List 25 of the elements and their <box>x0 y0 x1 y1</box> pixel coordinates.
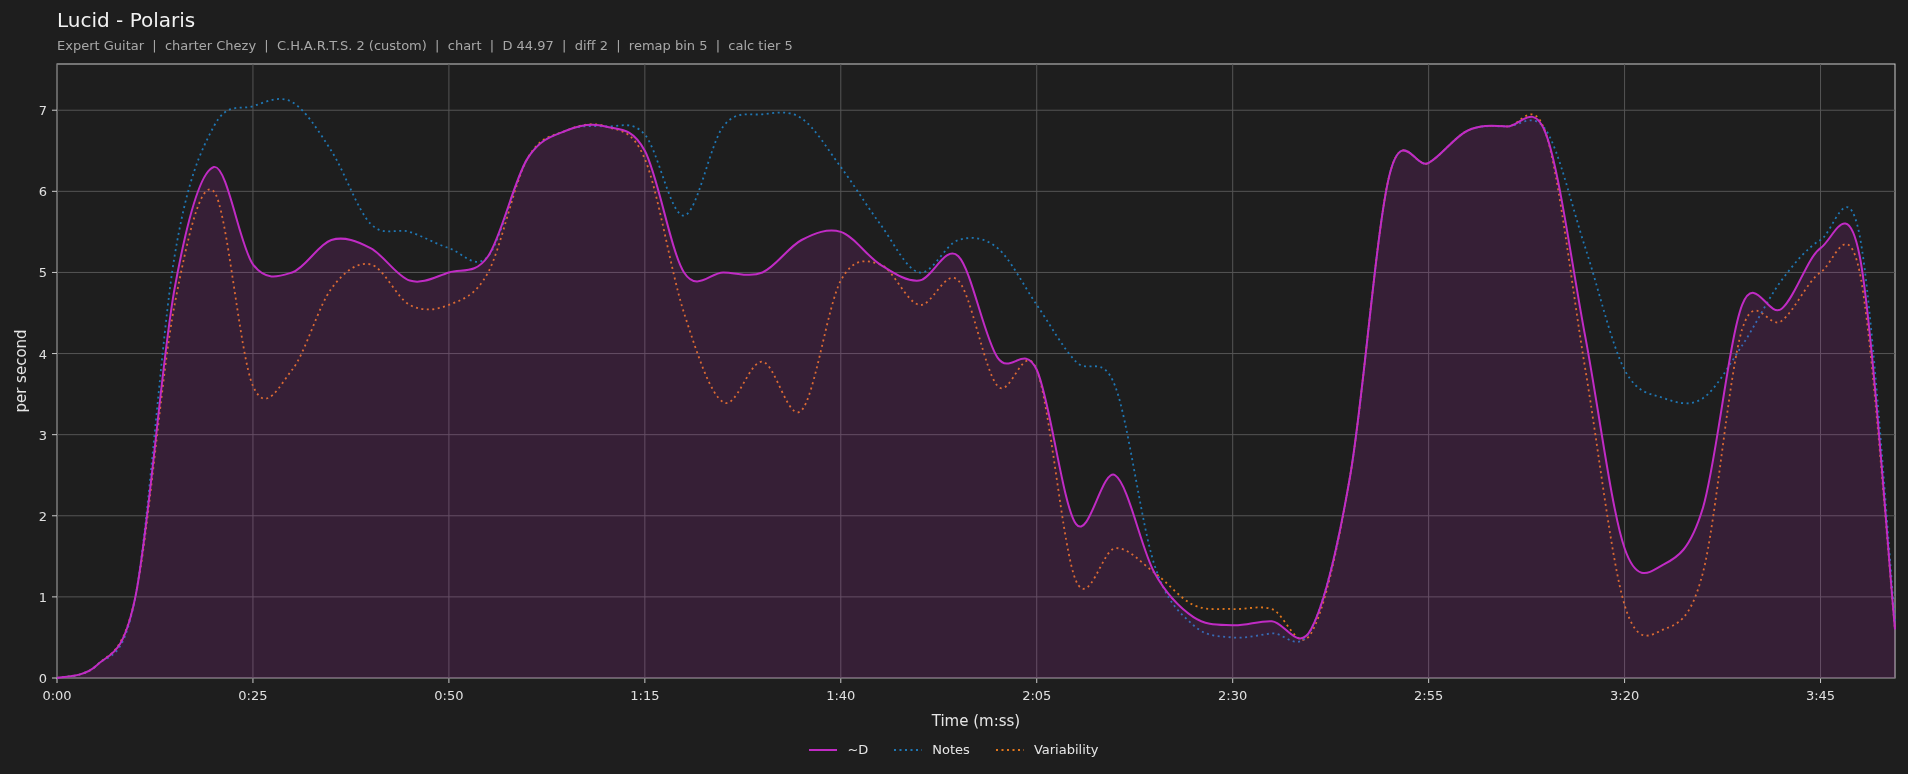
y-tick-label: 0 <box>38 671 47 686</box>
y-tick-label: 5 <box>38 265 47 281</box>
chart-subtitle: Expert Guitar | charter Chezy | C.H.A.R.T.S. 2 (custom) | chart | D 44.97 | diff 2 | remap bin 5 | calc tier 5 <box>57 38 793 54</box>
legend-label: ~D <box>847 742 869 757</box>
x-tick-label: 0:00 <box>42 688 72 703</box>
y-tick-label: 3 <box>38 427 47 443</box>
x-tick-label: 2:30 <box>1218 688 1248 703</box>
y-tick-label: 6 <box>38 184 47 200</box>
x-axis-label: Time (m:ss) <box>931 712 1021 730</box>
y-tick-label: 2 <box>38 508 47 524</box>
x-tick-label: 1:40 <box>826 688 856 703</box>
x-tick-label: 2:05 <box>1022 688 1052 703</box>
legend-label: Variability <box>1033 742 1099 757</box>
x-tick-label: 1:15 <box>630 688 660 703</box>
x-tick-label: 3:20 <box>1610 688 1640 703</box>
x-tick-label: 3:45 <box>1805 688 1836 703</box>
y-tick-label: 1 <box>38 589 47 605</box>
chart-title: Lucid - Polaris <box>57 8 196 32</box>
y-axis-label: per second <box>12 329 30 413</box>
legend-label: Notes <box>932 742 970 757</box>
x-tick-label: 2:55 <box>1414 688 1444 703</box>
y-tick-label: 4 <box>38 346 47 362</box>
y-tick-label: 7 <box>38 103 47 119</box>
x-tick-label: 0:25 <box>238 688 268 703</box>
x-tick-label: 0:50 <box>434 688 464 703</box>
